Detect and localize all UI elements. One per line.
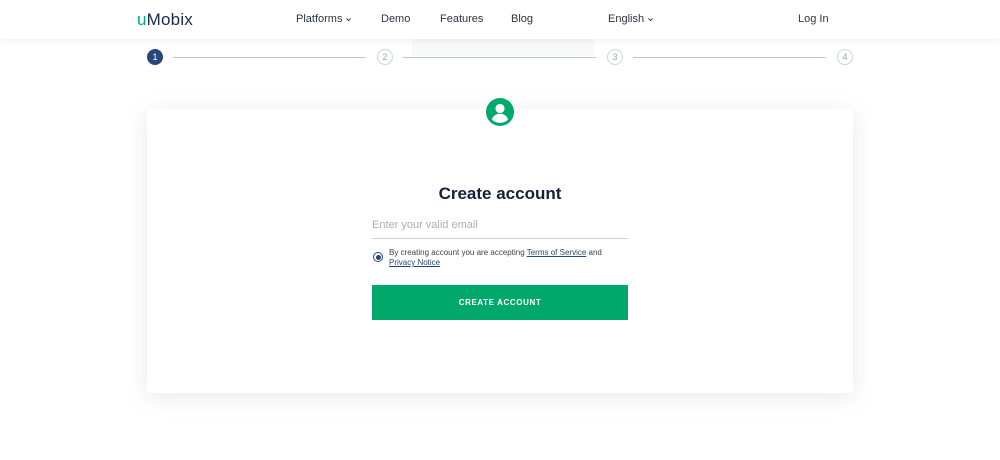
consent-and: and <box>586 248 602 257</box>
consent-radio[interactable] <box>373 252 383 262</box>
language-selector[interactable]: English <box>608 13 654 25</box>
page-title: Create account <box>438 184 562 203</box>
step-1: 1 <box>147 49 163 65</box>
consent-text: By creating account you are accepting Te… <box>389 248 602 268</box>
step-connector <box>173 57 366 58</box>
umobix-logo[interactable]: uMobix <box>137 10 193 30</box>
nav-demo-label: Demo <box>381 13 411 25</box>
step-connector <box>403 57 596 58</box>
chevron-down-icon <box>647 16 654 23</box>
nav-demo[interactable]: Demo <box>381 13 410 25</box>
step-connector <box>633 57 826 58</box>
top-navbar: uMobix Platforms Demo Features Blog Engl… <box>0 0 1000 39</box>
nav-blog-label: Blog <box>511 13 534 25</box>
email-input[interactable] <box>372 211 628 239</box>
terms-of-service-link[interactable]: Terms of Service <box>527 248 587 257</box>
chevron-down-icon <box>345 16 352 23</box>
login-label: Log In <box>798 13 829 25</box>
step-4: 4 <box>837 49 853 65</box>
login-link[interactable]: Log In <box>798 13 829 25</box>
user-avatar-icon <box>486 98 514 126</box>
nav-features[interactable]: Features <box>440 13 483 25</box>
nav-features-label: Features <box>440 13 484 25</box>
privacy-notice-link[interactable]: Privacy Notice <box>389 258 440 267</box>
terms-consent: By creating account you are accepting Te… <box>373 248 633 268</box>
nav-platforms[interactable]: Platforms <box>296 13 352 25</box>
language-label: English <box>608 13 645 25</box>
logo-text: Mobix <box>146 10 194 29</box>
nav-blog[interactable]: Blog <box>511 13 533 25</box>
nav-platforms-label: Platforms <box>296 13 343 25</box>
consent-prefix: By creating account you are accepting <box>389 248 527 257</box>
step-3: 3 <box>607 49 623 65</box>
create-account-button[interactable]: CREATE ACCOUNT <box>372 285 628 320</box>
logo-u: u <box>137 10 147 29</box>
step-2: 2 <box>377 49 393 65</box>
